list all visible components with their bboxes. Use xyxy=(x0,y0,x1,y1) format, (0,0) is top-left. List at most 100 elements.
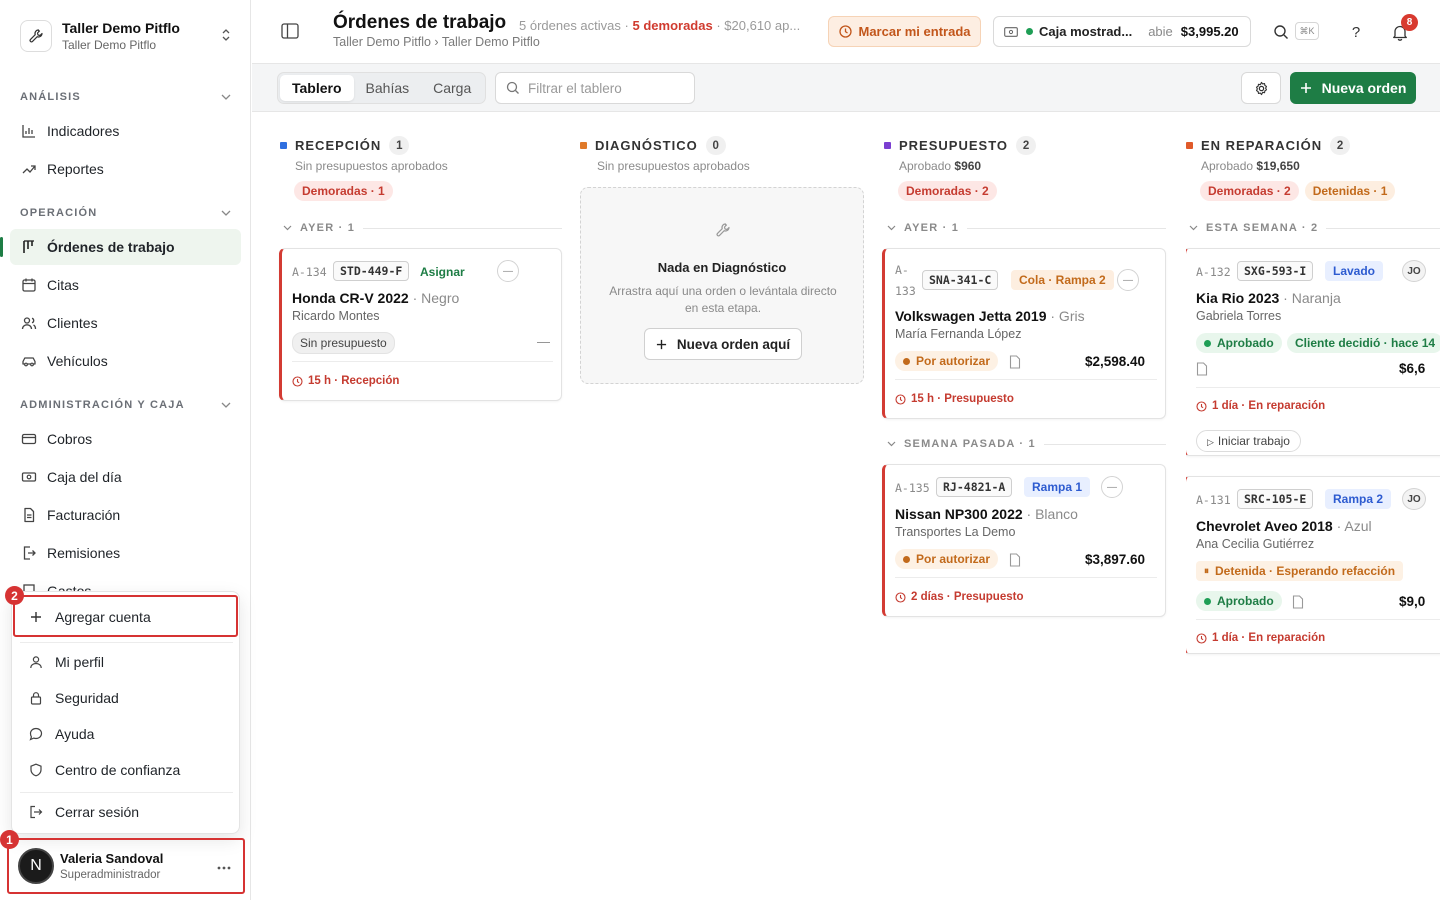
cash-register-button[interactable]: Caja mostrad... abie $3,995.20 xyxy=(993,16,1251,47)
order-card[interactable]: A- 133 SNA-341-C Cola · Rampa 2 — Volksw… xyxy=(882,248,1166,419)
new-order-here-button[interactable]: Nueva orden aquí xyxy=(644,328,802,360)
vehicle-color: · Naranja xyxy=(1283,290,1341,306)
group-label: AYER · 1 xyxy=(300,222,356,234)
assignee-avatar[interactable]: JO xyxy=(1402,488,1426,510)
assignee-avatar[interactable]: JO xyxy=(1402,260,1426,282)
clock-icon xyxy=(292,375,303,387)
vehicle: Honda CR-V 2022 · Negro xyxy=(292,290,459,306)
order-id: 133 xyxy=(895,284,916,298)
board-filter[interactable] xyxy=(495,72,695,104)
trend-icon xyxy=(20,161,37,178)
held-filter-pill[interactable]: Detenidas · 1 xyxy=(1304,181,1396,201)
new-order-button[interactable]: Nueva orden xyxy=(1290,72,1416,104)
card-divider xyxy=(1196,619,1440,620)
section-analysis[interactable]: ANÁLISIS xyxy=(20,91,231,103)
empty-drop-zone[interactable]: Nada en Diagnóstico Arrastra aquí una or… xyxy=(580,187,864,384)
section-admin[interactable]: ADMINISTRACIÓN Y CAJA xyxy=(20,399,231,411)
subtitle-label: Aprobado xyxy=(1201,159,1254,173)
clock-icon xyxy=(838,25,852,38)
assignee-placeholder[interactable]: — xyxy=(1117,269,1139,291)
column-subtitle: Aprobado $960 xyxy=(899,159,981,173)
clock-icon xyxy=(1196,400,1207,412)
bay-tag: Cola · Rampa 2 xyxy=(1011,270,1114,290)
profile-item[interactable]: Mi perfil xyxy=(16,646,235,678)
document-icon xyxy=(1009,355,1021,369)
late-filter-pill[interactable]: Demoradas · 2 xyxy=(1200,181,1299,201)
late-filter-pill[interactable]: Demoradas · 2 xyxy=(898,181,997,201)
order-card[interactable]: A-135 RJ-4821-A Rampa 1 — Nissan NP300 2… xyxy=(882,464,1166,617)
nav-cobros[interactable]: Cobros xyxy=(10,421,241,457)
user-icon xyxy=(28,654,44,670)
filter-input[interactable] xyxy=(528,80,688,96)
workspace-switcher[interactable]: Taller Demo Pitflo Taller Demo Pitflo xyxy=(12,11,238,61)
order-card[interactable]: A-131 SRC-105-E Rampa 2 JO Chevrolet Ave… xyxy=(1186,476,1440,654)
section-operation[interactable]: OPERACIÓN xyxy=(20,207,231,219)
clock-in-button[interactable]: Marcar mi entrada xyxy=(828,16,981,47)
assignee-placeholder[interactable]: — xyxy=(1101,476,1123,498)
group-header[interactable]: ESTA SEMANA · 2 xyxy=(1189,222,1440,234)
tab-bahias[interactable]: Bahías xyxy=(354,75,422,101)
order-card[interactable]: A-134 STD-449-F Asignar — Honda CR-V 202… xyxy=(279,248,562,401)
customer: Gabriela Torres xyxy=(1196,309,1282,323)
nav-caja[interactable]: Caja del día xyxy=(10,459,241,495)
group-header[interactable]: AYER · 1 xyxy=(283,222,562,234)
calendar-icon xyxy=(20,277,37,294)
summary-active: 5 órdenes activas xyxy=(519,18,621,33)
nav-facturacion[interactable]: Facturación xyxy=(10,497,241,533)
nav-vehiculos[interactable]: Vehículos xyxy=(10,343,241,379)
nav-ordenes[interactable]: Órdenes de trabajo xyxy=(0,229,241,265)
search-icon[interactable] xyxy=(1271,22,1291,42)
empty-description: Arrastra aquí una orden o levántala dire… xyxy=(609,284,837,315)
document-icon xyxy=(1009,553,1021,567)
section-label: ANÁLISIS xyxy=(20,91,81,103)
order-id: A-135 xyxy=(895,481,930,495)
chevron-down-icon xyxy=(221,210,231,216)
tab-carga[interactable]: Carga xyxy=(421,75,483,101)
export-icon xyxy=(20,545,37,562)
nav-indicadores[interactable]: Indicadores xyxy=(10,113,241,149)
card-footer: 15 h · Recepción xyxy=(292,375,399,387)
status-label: Por autorizar xyxy=(916,552,991,566)
column-count: 2 xyxy=(1330,136,1351,155)
nav-clientes[interactable]: Clientes xyxy=(10,305,241,341)
plate: SXG-593-I xyxy=(1237,261,1314,281)
shield-icon xyxy=(28,762,44,778)
status-label: Aprobado xyxy=(1217,336,1274,350)
security-item[interactable]: Seguridad xyxy=(16,682,235,714)
approved-amount: $19,650 xyxy=(1256,159,1300,173)
order-card[interactable]: A-132 SXG-593-I Lavado JO Kia Rio 2023 ·… xyxy=(1186,248,1440,456)
logout-item[interactable]: Cerrar sesión xyxy=(16,796,235,828)
chevron-down-icon xyxy=(887,441,896,447)
nav-label: Citas xyxy=(47,277,79,293)
subtitle-label: Aprobado xyxy=(899,159,952,173)
late-filter-pill[interactable]: Demoradas · 1 xyxy=(294,181,393,201)
order-id: A- xyxy=(895,263,909,277)
group-header[interactable]: SEMANA PASADA · 1 xyxy=(887,438,1166,450)
trust-center-item[interactable]: Centro de confianza xyxy=(16,754,235,786)
group-header[interactable]: AYER · 1 xyxy=(887,222,1166,234)
vehicle-model: Honda CR-V 2022 xyxy=(292,290,409,306)
nav-remisiones[interactable]: Remisiones xyxy=(10,535,241,571)
help-icon[interactable]: ? xyxy=(1346,22,1366,42)
highlight-box xyxy=(7,838,245,894)
sidebar-toggle-icon[interactable] xyxy=(281,23,299,42)
plus-icon xyxy=(1300,83,1311,93)
start-work-button[interactable]: ▷ Iniciar trabajo xyxy=(1196,430,1301,452)
assign-link[interactable]: Asignar xyxy=(420,265,465,279)
help-item[interactable]: Ayuda xyxy=(16,718,235,750)
nav-citas[interactable]: Citas xyxy=(10,267,241,303)
tab-tablero[interactable]: Tablero xyxy=(280,75,354,101)
nav-label: Indicadores xyxy=(47,123,120,139)
assignee-placeholder[interactable]: — xyxy=(497,260,519,282)
nav-label: Reportes xyxy=(47,161,104,177)
order-id: A-131 xyxy=(1196,493,1231,507)
board-toolbar: Tablero Bahías Carga Nueva orden xyxy=(252,64,1440,112)
nav-label: Vehículos xyxy=(47,353,108,369)
order-total: $6,6 xyxy=(1399,361,1426,376)
held-badge: ⏸ Detenida · Esperando refacción xyxy=(1196,561,1404,581)
kanban-icon xyxy=(20,239,37,256)
card-footer: 2 días · Presupuesto xyxy=(895,591,1023,603)
board-settings-button[interactable] xyxy=(1241,72,1281,104)
chevron-down-icon xyxy=(283,225,292,231)
nav-reportes[interactable]: Reportes xyxy=(10,151,241,187)
